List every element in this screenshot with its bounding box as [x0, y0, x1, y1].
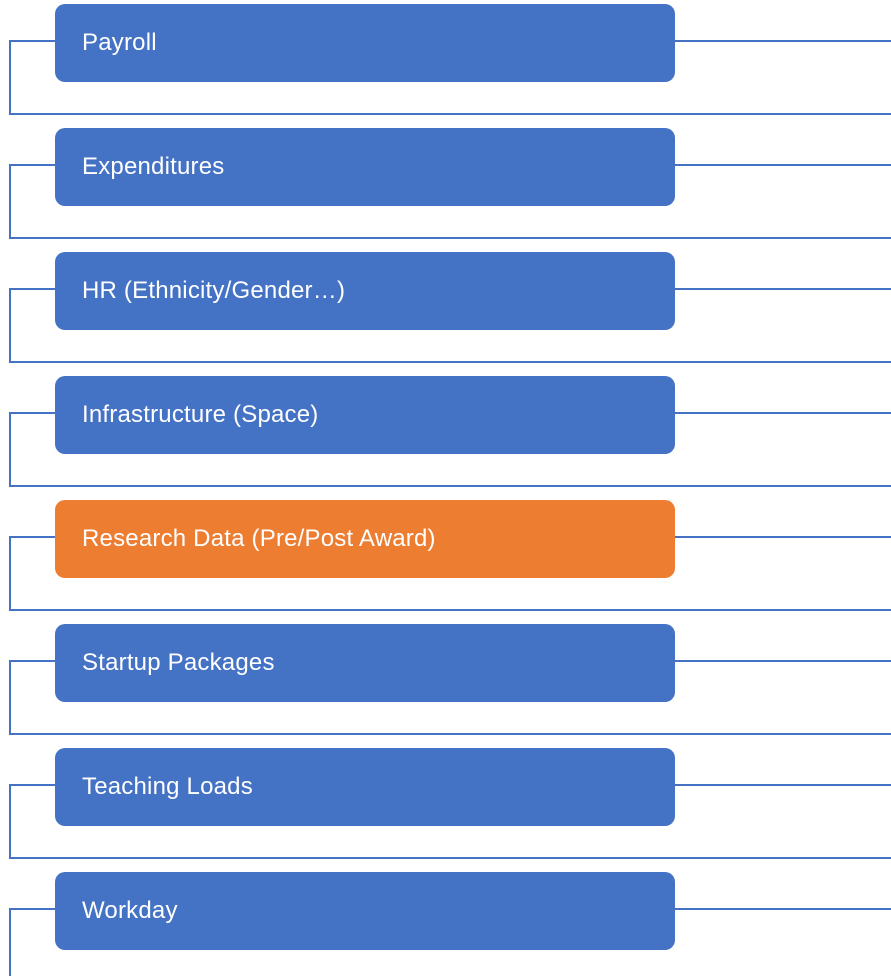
list-item-box[interactable]: Research Data (Pre/Post Award) — [55, 500, 675, 578]
data-sources-diagram: Payroll Expenditures HR (Ethnicity/Gender…… — [0, 0, 891, 976]
list-item-label: Payroll — [82, 29, 157, 56]
list-item-label: Infrastructure (Space) — [82, 401, 319, 428]
list-item-box[interactable]: Payroll — [55, 4, 675, 82]
list-item-box[interactable]: Workday — [55, 872, 675, 950]
list-item-label: HR (Ethnicity/Gender…) — [82, 277, 346, 304]
list-item-box[interactable]: Infrastructure (Space) — [55, 376, 675, 454]
list-item-box[interactable]: Expenditures — [55, 128, 675, 206]
list-item-label: Workday — [82, 897, 178, 924]
list-item-box[interactable]: Teaching Loads — [55, 748, 675, 826]
list-item-box[interactable]: Startup Packages — [55, 624, 675, 702]
list-item-label: Expenditures — [82, 153, 225, 180]
list-item-label: Startup Packages — [82, 649, 275, 676]
list-item-label: Teaching Loads — [82, 773, 253, 800]
list-item-box[interactable]: HR (Ethnicity/Gender…) — [55, 252, 675, 330]
list-item-label: Research Data (Pre/Post Award) — [82, 525, 436, 552]
